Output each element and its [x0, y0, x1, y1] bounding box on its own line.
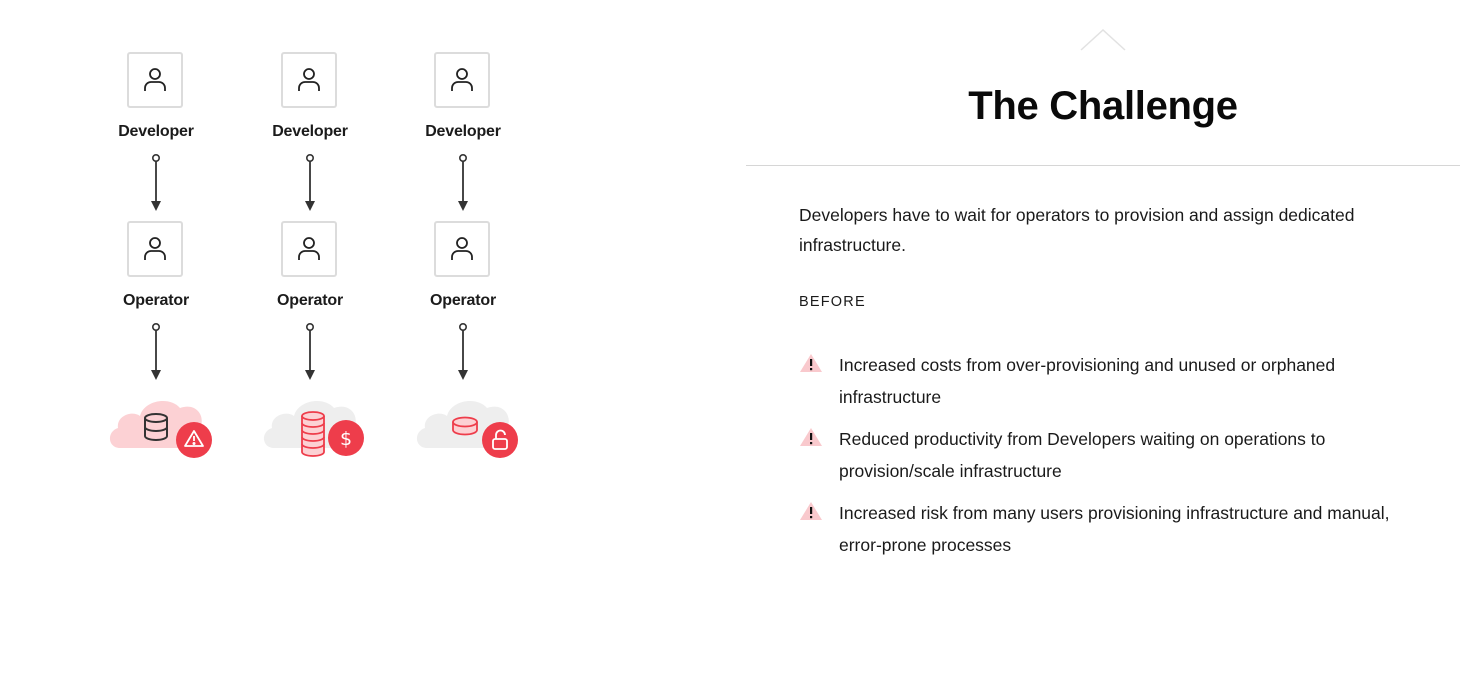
- workflow-column-1: Developer Operator: [76, 0, 236, 480]
- section-title: The Challenge: [968, 84, 1238, 128]
- operator-box: [127, 221, 183, 277]
- issue-text: Reduced productivity from Developers wai…: [839, 429, 1326, 481]
- divider: [746, 165, 1460, 166]
- outcome-graphic-cost: $: [263, 401, 364, 457]
- user-icon: [144, 68, 166, 91]
- user-icon: [451, 68, 473, 91]
- developer-box: [434, 52, 490, 108]
- arrow-down-icon: [305, 323, 315, 380]
- intro-text: Developers have to wait for operators to…: [799, 205, 1355, 255]
- database-icon: [452, 416, 478, 436]
- operator-label: Operator: [430, 292, 496, 309]
- issue-text: Increased costs from over-provisioning a…: [839, 355, 1336, 407]
- arrow-down-icon: [151, 323, 161, 380]
- arrow-down-icon: [151, 154, 161, 211]
- issue-item: Increased risk from many users provision…: [799, 497, 1419, 561]
- arrow-down-icon: [305, 154, 315, 211]
- warning-icon: [800, 428, 822, 446]
- outcome-graphic-risk: [109, 401, 212, 458]
- outcome-graphic-security: [416, 401, 518, 458]
- user-icon: [298, 237, 320, 260]
- arrow-down-icon: [458, 323, 468, 380]
- developer-label: Developer: [425, 123, 501, 140]
- dollar-icon: $: [340, 428, 352, 450]
- developer-label: Developer: [272, 123, 348, 140]
- issue-text: Increased risk from many users provision…: [839, 503, 1390, 555]
- user-icon: [451, 237, 473, 260]
- warning-icon: [800, 354, 822, 372]
- user-icon: [298, 68, 320, 91]
- workflow-column-2: Developer Operator $: [230, 0, 390, 480]
- issue-item: Reduced productivity from Developers wai…: [799, 423, 1419, 487]
- section-label-before: BEFORE: [799, 294, 866, 310]
- developer-box: [127, 52, 183, 108]
- badge: [482, 422, 518, 458]
- developer-box: [281, 52, 337, 108]
- operator-label: Operator: [277, 292, 343, 309]
- caret-up-icon[interactable]: [1079, 28, 1127, 52]
- operator-box: [434, 221, 490, 277]
- workflow-column-3: Developer Operator: [383, 0, 543, 480]
- user-icon: [144, 237, 166, 260]
- operator-box: [281, 221, 337, 277]
- warning-icon: [800, 502, 822, 520]
- arrow-down-icon: [458, 154, 468, 211]
- database-stack-icon: [301, 411, 325, 457]
- issue-list: Increased costs from over-provisioning a…: [799, 349, 1419, 571]
- developer-label: Developer: [118, 123, 194, 140]
- operator-label: Operator: [123, 292, 189, 309]
- issue-item: Increased costs from over-provisioning a…: [799, 349, 1419, 413]
